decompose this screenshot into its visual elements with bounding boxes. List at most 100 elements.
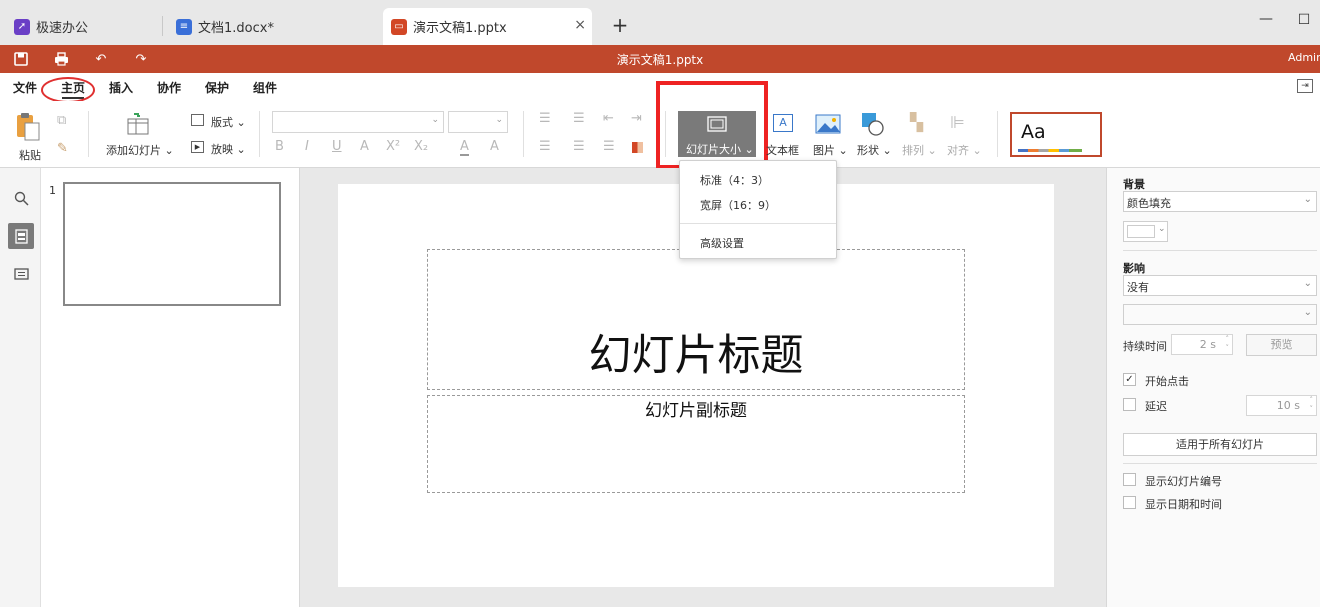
fill-color-icon[interactable] bbox=[632, 142, 643, 153]
new-tab-button[interactable]: + bbox=[610, 13, 630, 37]
background-fill-value: 颜色填充 bbox=[1127, 197, 1171, 210]
ribbon-toolbar: 粘贴 ⧉ ✎ 添加幻灯片 ⌄ 版式 ⌄ ▶ 放映 ⌄ ⌄ ⌄ B I U A X… bbox=[0, 81, 1320, 169]
slide-size-widescreen-option[interactable]: 宽屏（16：9） bbox=[700, 197, 776, 213]
increase-indent-icon[interactable]: ⇥ bbox=[631, 111, 642, 126]
textbox-icon[interactable]: A bbox=[773, 114, 793, 132]
image-button[interactable]: 图片 ⌄ bbox=[813, 142, 848, 158]
tab-presentation[interactable]: ▭ 演示文稿1.pptx × bbox=[383, 8, 592, 45]
ppt-icon: ▭ bbox=[391, 18, 407, 35]
paste-icon[interactable] bbox=[14, 111, 42, 143]
left-rail bbox=[0, 168, 41, 607]
minimize-button[interactable]: — bbox=[1256, 11, 1276, 31]
dropdown-divider bbox=[680, 223, 836, 224]
image-icon[interactable] bbox=[815, 114, 841, 134]
show-slide-number-checkbox[interactable] bbox=[1123, 473, 1136, 486]
superscript-icon[interactable]: X² bbox=[386, 139, 400, 154]
layout-icon bbox=[191, 114, 204, 126]
preview-button[interactable]: 预览 bbox=[1246, 334, 1317, 356]
stepper-icon: ˄ ˅ bbox=[1309, 396, 1314, 413]
menu-collaborate[interactable]: 协作 bbox=[157, 79, 181, 96]
add-slide-icon[interactable] bbox=[126, 113, 150, 135]
strikethrough-icon[interactable]: A bbox=[360, 139, 369, 154]
subscript-icon[interactable]: X₂ bbox=[414, 139, 428, 154]
menu-insert[interactable]: 插入 bbox=[109, 79, 133, 96]
menu-components[interactable]: 组件 bbox=[253, 79, 277, 96]
tab-document[interactable]: ≡ 文档1.docx* bbox=[176, 8, 274, 45]
image-label: 图片 bbox=[813, 144, 835, 157]
bold-icon[interactable]: B bbox=[275, 139, 284, 154]
decrease-indent-icon[interactable]: ⇤ bbox=[603, 111, 614, 126]
play-label: 放映 bbox=[211, 143, 233, 156]
delay-input[interactable]: 10 s ˄ ˅ bbox=[1246, 395, 1317, 416]
maximize-button[interactable]: ☐ bbox=[1294, 12, 1314, 32]
theme-preview[interactable]: Aa bbox=[1010, 112, 1102, 157]
show-datetime-checkbox[interactable] bbox=[1123, 496, 1136, 509]
align-button[interactable]: 对齐 ⌄ bbox=[947, 142, 982, 158]
user-name[interactable]: Admin bbox=[1288, 51, 1320, 64]
color-swatch bbox=[1127, 225, 1155, 238]
theme-color-strip bbox=[1018, 149, 1082, 152]
slide-size-standard-option[interactable]: 标准（4：3） bbox=[700, 172, 769, 188]
effect-select[interactable]: 没有 ⌄ bbox=[1123, 275, 1317, 296]
thumbnail-number: 1 bbox=[49, 184, 56, 197]
shape-button[interactable]: 形状 ⌄ bbox=[857, 142, 892, 158]
open-location-icon[interactable]: ⇥ bbox=[1297, 79, 1313, 93]
arrange-label: 排列 bbox=[902, 144, 924, 157]
delay-checkbox[interactable] bbox=[1123, 398, 1136, 411]
slide-title[interactable]: 幻灯片标题 bbox=[428, 332, 964, 380]
tab-strip: ➚ 极速办公 ≡ 文档1.docx* ▭ 演示文稿1.pptx × + — ☐ bbox=[0, 0, 1320, 45]
align-center-icon[interactable]: ☰ bbox=[573, 139, 585, 154]
close-tab-icon[interactable]: × bbox=[574, 17, 586, 33]
play-button[interactable]: 放映 ⌄ bbox=[211, 141, 246, 157]
apply-all-slides-button[interactable]: 适用于所有幻灯片 bbox=[1123, 433, 1317, 456]
search-icon[interactable] bbox=[8, 185, 34, 211]
font-color-icon[interactable]: A bbox=[460, 139, 469, 156]
effect-heading: 影响 bbox=[1123, 262, 1145, 275]
chevron-down-icon: ⌄ bbox=[1158, 224, 1166, 234]
menu-protect[interactable]: 保护 bbox=[205, 79, 229, 96]
add-slide-button[interactable]: 添加幻灯片 ⌄ bbox=[106, 142, 174, 158]
slide-thumbnail[interactable] bbox=[63, 182, 281, 306]
advanced-settings-option[interactable]: 高级设置 bbox=[700, 235, 744, 251]
shape-icon[interactable] bbox=[860, 111, 886, 137]
numbered-list-icon[interactable]: ☰ bbox=[573, 111, 585, 126]
duration-input[interactable]: 2 s ˄ ˅ bbox=[1171, 334, 1233, 355]
font-size-select[interactable]: ⌄ bbox=[448, 111, 508, 133]
thumbnails-pane: 1 bbox=[41, 168, 300, 607]
line-spacing-icon[interactable]: ☰ bbox=[603, 139, 615, 154]
background-heading: 背景 bbox=[1123, 178, 1145, 191]
background-color-picker[interactable]: ⌄ bbox=[1123, 221, 1168, 242]
slide-subtitle[interactable]: 幻灯片副标题 bbox=[428, 396, 964, 421]
start-on-click-checkbox[interactable]: ✓ bbox=[1123, 373, 1136, 386]
slide-size-dropdown: 标准（4：3） 宽屏（16：9） 高级设置 bbox=[679, 160, 837, 259]
document-title: 演示文稿1.pptx bbox=[616, 53, 704, 67]
copy-icon[interactable]: ⧉ bbox=[57, 113, 66, 128]
tab-home[interactable]: ➚ 极速办公 bbox=[14, 8, 88, 45]
italic-icon[interactable]: I bbox=[305, 139, 309, 154]
align-icon[interactable]: ⊫ bbox=[950, 113, 965, 133]
show-datetime-label: 显示日期和时间 bbox=[1145, 498, 1222, 511]
theme-preview-text: Aa bbox=[1021, 121, 1046, 143]
add-slide-label: 添加幻灯片 bbox=[106, 144, 161, 157]
start-on-click-label: 开始点击 bbox=[1145, 375, 1189, 388]
menu-file[interactable]: 文件 bbox=[13, 79, 37, 96]
title-placeholder[interactable]: 幻灯片标题 bbox=[427, 249, 965, 390]
textbox-label[interactable]: 文本框 bbox=[766, 142, 799, 158]
align-left-icon[interactable]: ☰ bbox=[539, 139, 551, 154]
slides-panel-icon[interactable] bbox=[8, 223, 34, 249]
comments-icon[interactable] bbox=[8, 262, 34, 288]
show-slide-number-label: 显示幻灯片编号 bbox=[1145, 475, 1222, 488]
duration-label: 持续时间 bbox=[1123, 340, 1167, 353]
underline-icon[interactable]: U bbox=[332, 139, 342, 154]
bullet-list-icon[interactable]: ☰ bbox=[539, 111, 551, 126]
font-family-select[interactable]: ⌄ bbox=[272, 111, 444, 133]
highlight-color-icon[interactable]: A bbox=[490, 139, 499, 154]
layout-button[interactable]: 版式 ⌄ bbox=[211, 114, 246, 130]
arrange-button[interactable]: 排列 ⌄ bbox=[902, 142, 937, 158]
arrange-icon[interactable]: ▚ bbox=[910, 113, 923, 133]
background-fill-select[interactable]: 颜色填充 ⌄ bbox=[1123, 191, 1317, 212]
play-icon: ▶ bbox=[191, 141, 204, 153]
format-painter-icon[interactable]: ✎ bbox=[57, 141, 68, 156]
subtitle-placeholder[interactable]: 幻灯片副标题 bbox=[427, 395, 965, 493]
effect-option-select[interactable]: ⌄ bbox=[1123, 304, 1317, 325]
